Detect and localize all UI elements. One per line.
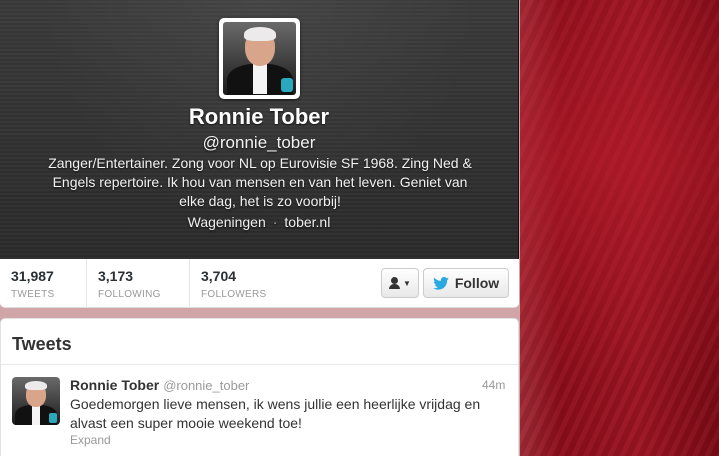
stat-followers-label: FOLLOWERS (201, 289, 267, 300)
profile-bio: Zanger/Entertainer. Zong voor NL op Euro… (48, 155, 472, 209)
profile-photo (223, 22, 296, 95)
tweet-expand-link[interactable]: Expand (70, 433, 111, 447)
tweet-text: Goedemorgen lieve mensen, ik wens jullie… (70, 396, 481, 431)
stat-following[interactable]: 3,173 FOLLOWING (87, 259, 190, 308)
profile-location: Wageningen (187, 214, 266, 230)
stat-following-count: 3,173 (98, 268, 134, 284)
tweets-heading: Tweets (12, 334, 72, 354)
caret-down-icon: ▼ (403, 278, 411, 288)
meta-separator: · (272, 214, 278, 230)
profile-name: Ronnie Tober (188, 104, 330, 129)
profile-header: Ronnie Tober @ronnie_tober Zanger/Entert… (0, 0, 519, 259)
user-actions-dropdown-button[interactable]: ▼ (381, 268, 419, 298)
stat-followers-count: 3,704 (201, 268, 237, 284)
tweet-avatar[interactable] (12, 377, 60, 425)
person-icon (389, 277, 401, 289)
tweet-author-handle[interactable]: @ronnie_tober (163, 378, 249, 393)
stat-tweets-label: TWEETS (11, 289, 55, 300)
stat-tweets-count: 31,987 (11, 268, 54, 284)
tweet-timestamp[interactable]: 44m (482, 378, 505, 392)
follow-button[interactable]: Follow (423, 268, 509, 298)
tweet-header: Ronnie Tober @ronnie_tober (70, 377, 249, 393)
profile-website-link[interactable]: tober.nl (284, 214, 330, 230)
stat-followers[interactable]: 3,704 FOLLOWERS (190, 259, 300, 308)
profile-avatar[interactable] (219, 18, 300, 99)
twitter-bird-icon (433, 276, 449, 290)
tweets-panel: Tweets Ronnie Tober @ronnie_tober 44m Goe… (0, 318, 519, 456)
profile-meta: Wageningen · tober.nl (0, 214, 518, 230)
tweet-author-name[interactable]: Ronnie Tober (70, 377, 159, 393)
profile-handle: @ronnie_tober (202, 133, 316, 152)
stat-tweets[interactable]: 31,987 TWEETS (0, 259, 87, 308)
follow-label: Follow (454, 275, 500, 291)
stat-following-label: FOLLOWING (98, 289, 161, 300)
divider (1, 364, 518, 365)
